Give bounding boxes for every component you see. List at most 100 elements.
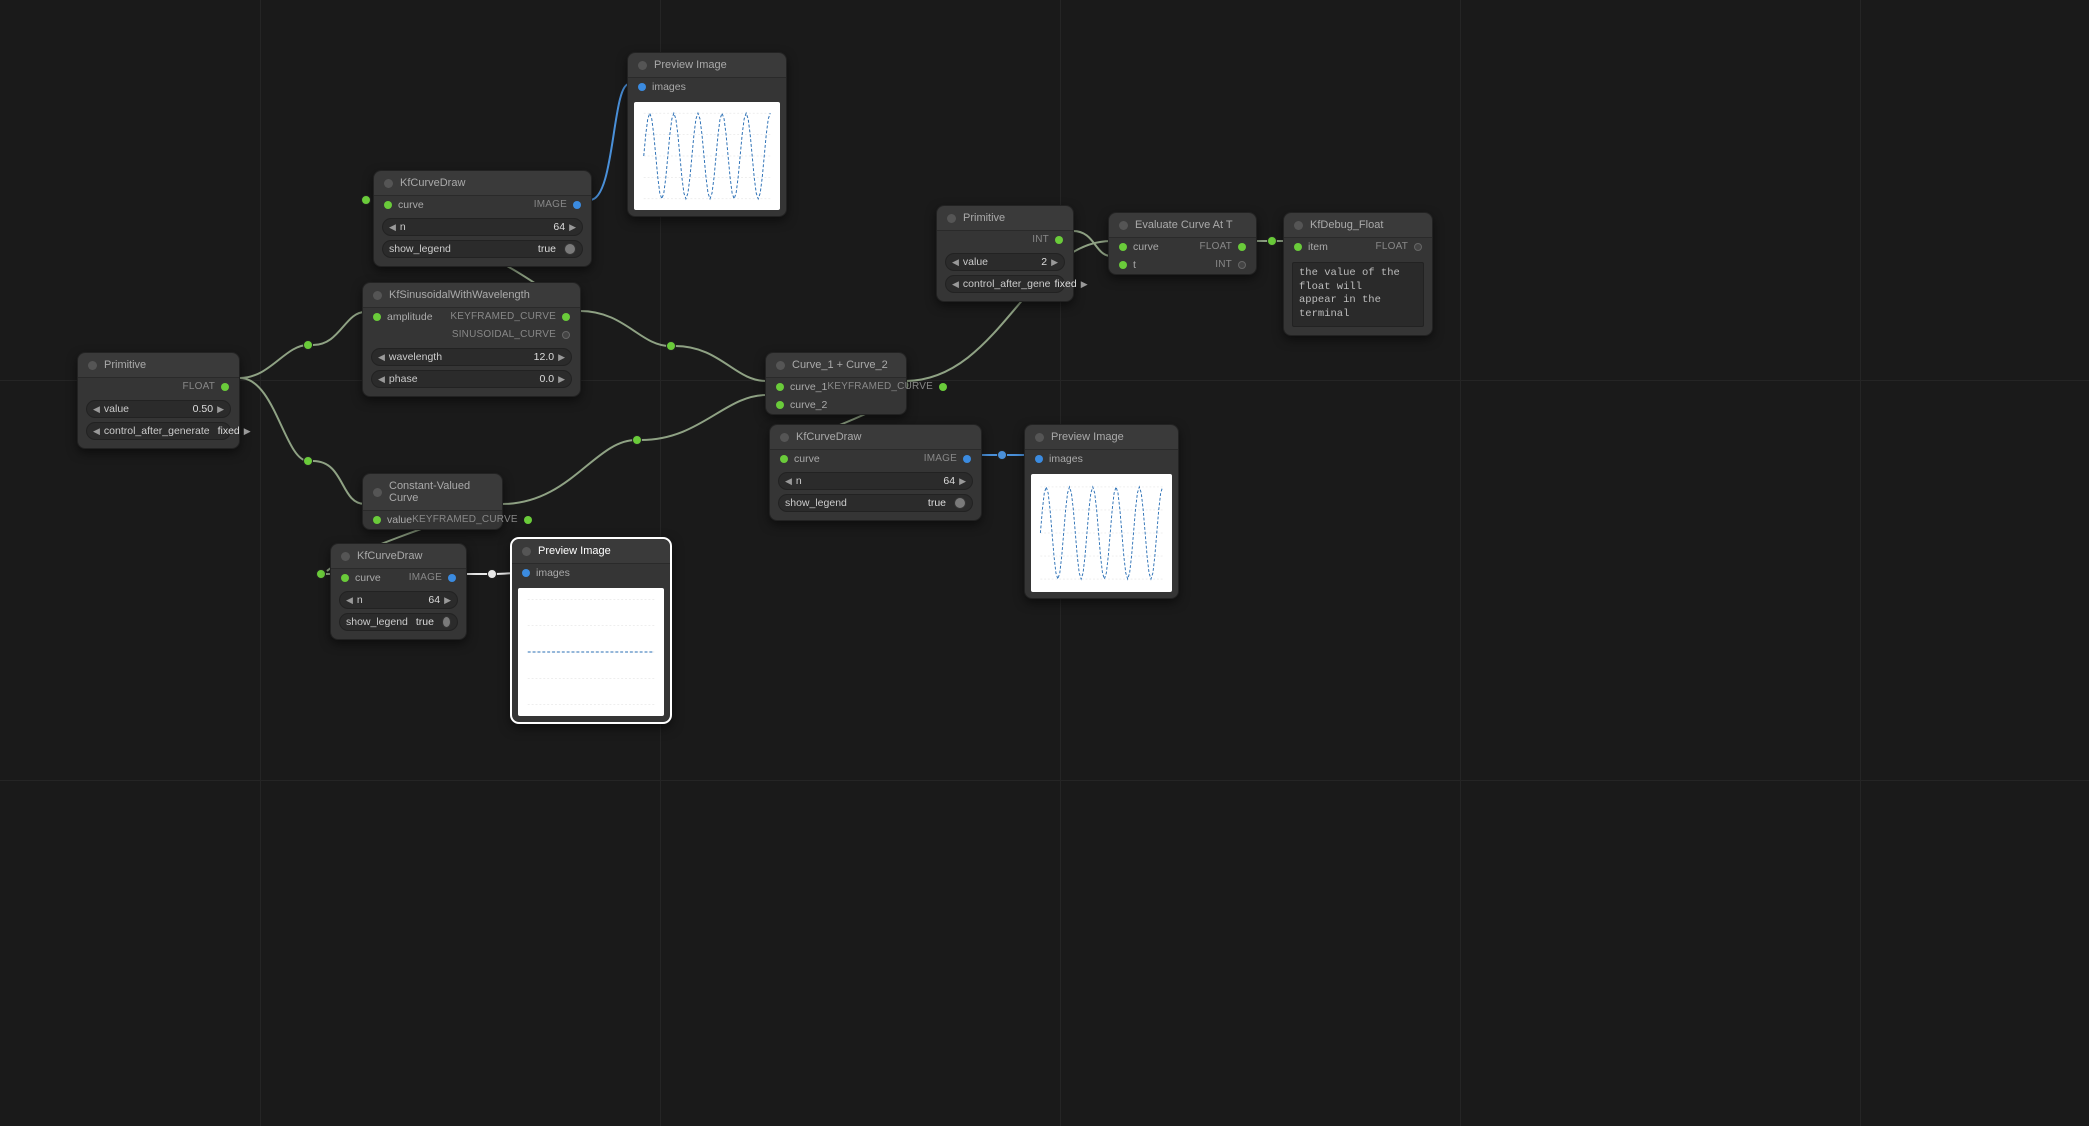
input-port[interactable]	[638, 83, 646, 91]
node-kfcurvedraw-top[interactable]: KfCurveDraw curve IMAGE ◀ n 64 ▶ show_le…	[373, 170, 592, 267]
toggle-icon[interactable]	[442, 616, 451, 628]
control-after-generate-widget[interactable]: ◀ control_after_gene fixed ▶	[945, 275, 1065, 293]
input-port[interactable]	[373, 516, 381, 524]
node-curve-add[interactable]: Curve_1 + Curve_2 curve_1 KEYFRAMED_CURV…	[765, 352, 907, 415]
n-widget[interactable]: ◀ n 64 ▶	[778, 472, 973, 490]
arrow-left-icon[interactable]: ◀	[785, 476, 792, 487]
node-title-bar[interactable]: Constant-Valued Curve	[363, 474, 502, 511]
arrow-right-icon[interactable]: ▶	[558, 352, 565, 363]
node-title-bar[interactable]: Curve_1 + Curve_2	[766, 353, 906, 378]
value-widget[interactable]: ◀ value 0.50 ▶	[86, 400, 231, 418]
output-port[interactable]	[939, 383, 947, 391]
input-port[interactable]	[780, 455, 788, 463]
input-port[interactable]	[776, 383, 784, 391]
arrow-left-icon[interactable]: ◀	[93, 426, 100, 437]
output-port[interactable]	[221, 383, 229, 391]
node-kfcurvedraw-right[interactable]: KfCurveDraw curve IMAGE ◀ n 64 ▶ show_le…	[769, 424, 982, 521]
node-preview-image-top[interactable]: Preview Image images	[627, 52, 787, 217]
toggle-icon[interactable]	[954, 497, 966, 509]
node-kfdebug-float[interactable]: KfDebug_Float item FLOAT the value of th…	[1283, 212, 1433, 336]
output-port[interactable]	[963, 455, 971, 463]
arrow-right-icon[interactable]: ▶	[569, 222, 576, 233]
input-port[interactable]	[1119, 261, 1127, 269]
reroute[interactable]	[632, 435, 642, 445]
show-legend-widget[interactable]: show_legend true	[339, 613, 458, 631]
show-legend-widget[interactable]: show_legend true	[778, 494, 973, 512]
input-port[interactable]	[341, 574, 349, 582]
input-port[interactable]	[1035, 455, 1043, 463]
reroute[interactable]	[666, 341, 676, 351]
reroute[interactable]	[303, 340, 313, 350]
collapse-dot-icon[interactable]	[373, 291, 382, 300]
node-kfsinusoidal[interactable]: KfSinusoidalWithWavelength amplitude KEY…	[362, 282, 581, 397]
collapse-dot-icon[interactable]	[947, 214, 956, 223]
output-port[interactable]	[1055, 236, 1063, 244]
node-constant-curve[interactable]: Constant-Valued Curve value KEYFRAMED_CU…	[362, 473, 503, 530]
input-port[interactable]	[776, 401, 784, 409]
node-title-bar[interactable]: KfCurveDraw	[374, 171, 591, 196]
node-title-bar[interactable]: Preview Image	[1025, 425, 1178, 450]
collapse-dot-icon[interactable]	[1294, 221, 1303, 230]
collapse-dot-icon[interactable]	[522, 547, 531, 556]
node-title-bar[interactable]: KfDebug_Float	[1284, 213, 1432, 238]
node-preview-image-bottom[interactable]: Preview Image images	[511, 538, 671, 723]
output-port[interactable]	[562, 331, 570, 339]
node-preview-image-right[interactable]: Preview Image images	[1024, 424, 1179, 599]
collapse-dot-icon[interactable]	[638, 61, 647, 70]
node-title-bar[interactable]: Preview Image	[628, 53, 786, 78]
arrow-left-icon[interactable]: ◀	[378, 374, 385, 385]
output-port[interactable]	[524, 516, 532, 524]
output-port[interactable]	[1238, 261, 1246, 269]
node-primitive-float[interactable]: Primitive FLOAT ◀ value 0.50 ▶ ◀ control…	[77, 352, 240, 449]
collapse-dot-icon[interactable]	[384, 179, 393, 188]
arrow-right-icon[interactable]: ▶	[959, 476, 966, 487]
toggle-icon[interactable]	[564, 243, 576, 255]
input-port[interactable]	[1119, 243, 1127, 251]
node-title-bar[interactable]: KfSinusoidalWithWavelength	[363, 283, 580, 308]
node-title-bar[interactable]: Primitive	[78, 353, 239, 378]
reroute[interactable]	[487, 569, 497, 579]
input-port[interactable]	[384, 201, 392, 209]
n-widget[interactable]: ◀ n 64 ▶	[339, 591, 458, 609]
arrow-left-icon[interactable]: ◀	[952, 279, 959, 290]
input-port[interactable]	[1294, 243, 1302, 251]
output-port[interactable]	[1414, 243, 1422, 251]
arrow-right-icon[interactable]: ▶	[1081, 279, 1088, 290]
collapse-dot-icon[interactable]	[88, 361, 97, 370]
collapse-dot-icon[interactable]	[341, 552, 350, 561]
node-primitive-int[interactable]: Primitive INT ◀ value 2 ▶ ◀ control_afte…	[936, 205, 1074, 302]
value-widget[interactable]: ◀ value 2 ▶	[945, 253, 1065, 271]
node-kfcurvedraw-bottom[interactable]: KfCurveDraw curve IMAGE ◀ n 64 ▶ show_le…	[330, 543, 467, 640]
node-evaluate-curve[interactable]: Evaluate Curve At T curve FLOAT t INT	[1108, 212, 1257, 275]
arrow-right-icon[interactable]: ▶	[217, 404, 224, 415]
node-title-bar[interactable]: Preview Image	[512, 539, 670, 564]
input-port[interactable]	[373, 313, 381, 321]
output-port[interactable]	[573, 201, 581, 209]
output-port[interactable]	[1238, 243, 1246, 251]
arrow-right-icon[interactable]: ▶	[244, 426, 251, 437]
reroute[interactable]	[316, 569, 326, 579]
arrow-left-icon[interactable]: ◀	[389, 222, 396, 233]
input-port[interactable]	[522, 569, 530, 577]
reroute[interactable]	[303, 456, 313, 466]
collapse-dot-icon[interactable]	[373, 488, 382, 497]
arrow-right-icon[interactable]: ▶	[1051, 257, 1058, 268]
phase-widget[interactable]: ◀ phase 0.0 ▶	[371, 370, 572, 388]
node-title-bar[interactable]: KfCurveDraw	[770, 425, 981, 450]
node-title-bar[interactable]: Evaluate Curve At T	[1109, 213, 1256, 238]
control-after-generate-widget[interactable]: ◀ control_after_generate fixed ▶	[86, 422, 231, 440]
arrow-right-icon[interactable]: ▶	[558, 374, 565, 385]
reroute[interactable]	[1267, 236, 1277, 246]
node-title-bar[interactable]: KfCurveDraw	[331, 544, 466, 569]
reroute[interactable]	[997, 450, 1007, 460]
reroute[interactable]	[361, 195, 371, 205]
arrow-left-icon[interactable]: ◀	[346, 595, 353, 606]
arrow-left-icon[interactable]: ◀	[93, 404, 100, 415]
show-legend-widget[interactable]: show_legend true	[382, 240, 583, 258]
arrow-right-icon[interactable]: ▶	[444, 595, 451, 606]
arrow-left-icon[interactable]: ◀	[952, 257, 959, 268]
wavelength-widget[interactable]: ◀ wavelength 12.0 ▶	[371, 348, 572, 366]
collapse-dot-icon[interactable]	[1035, 433, 1044, 442]
output-port[interactable]	[562, 313, 570, 321]
collapse-dot-icon[interactable]	[780, 433, 789, 442]
